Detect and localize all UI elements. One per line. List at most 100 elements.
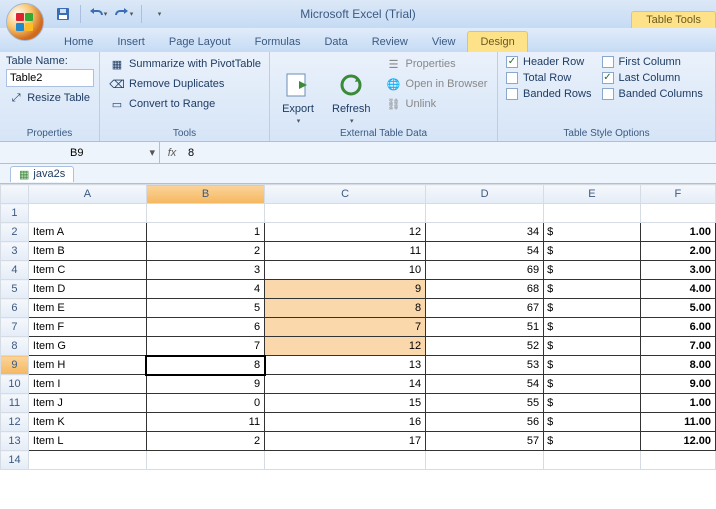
cell[interactable]: 15	[265, 394, 426, 413]
row-header-6[interactable]: 6	[1, 299, 29, 318]
export-button[interactable]: Export▾	[276, 55, 320, 139]
worksheet[interactable]: ABCDEF 12Item A11234$1.003Item B21154$2.…	[0, 184, 716, 470]
formula-input[interactable]	[184, 147, 716, 159]
cell[interactable]	[426, 451, 544, 470]
cell[interactable]: 7.00	[640, 337, 715, 356]
cell[interactable]: $	[544, 223, 641, 242]
cell[interactable]	[28, 451, 146, 470]
row-header-10[interactable]: 10	[1, 375, 29, 394]
row-header-1[interactable]: 1	[1, 204, 29, 223]
fx-icon[interactable]: fx	[160, 147, 184, 159]
cell[interactable]: 55	[426, 394, 544, 413]
cell[interactable]: $	[544, 280, 641, 299]
cell[interactable]: $	[544, 318, 641, 337]
col-header-F[interactable]: F	[640, 185, 715, 204]
cell[interactable]: $	[544, 432, 641, 451]
cell[interactable]: $	[544, 394, 641, 413]
cell[interactable]: 4.00	[640, 280, 715, 299]
workbook-tab[interactable]: ▦ java2s	[10, 166, 74, 182]
row-header-11[interactable]: 11	[1, 394, 29, 413]
tab-view[interactable]: View	[420, 32, 468, 52]
cell[interactable]: 3	[146, 261, 264, 280]
cell[interactable]	[265, 451, 426, 470]
cell[interactable]: Item D	[28, 280, 146, 299]
open-browser-button[interactable]: 🌐Open in Browser	[383, 75, 491, 93]
tab-review[interactable]: Review	[360, 32, 420, 52]
cell[interactable]: 5.00	[640, 299, 715, 318]
cell[interactable]: 68	[426, 280, 544, 299]
cell[interactable]: 12.00	[640, 432, 715, 451]
qat-customize-icon[interactable]: ▾	[148, 3, 170, 25]
save-icon[interactable]	[52, 3, 74, 25]
cell[interactable]	[640, 451, 715, 470]
cell[interactable]: 56	[426, 413, 544, 432]
table-properties-button[interactable]: ☰Properties	[383, 55, 491, 73]
cell[interactable]: 52	[426, 337, 544, 356]
cell[interactable]: 67	[426, 299, 544, 318]
grid[interactable]: ABCDEF 12Item A11234$1.003Item B21154$2.…	[0, 184, 716, 470]
cell[interactable]: $	[544, 337, 641, 356]
tab-data[interactable]: Data	[312, 32, 359, 52]
cell[interactable]: 2.00	[640, 242, 715, 261]
row-header-5[interactable]: 5	[1, 280, 29, 299]
col-header-C[interactable]: C	[265, 185, 426, 204]
cell[interactable]: 13	[265, 356, 426, 375]
cell[interactable]: 2	[146, 242, 264, 261]
office-button[interactable]	[6, 3, 44, 41]
cell[interactable]: 12	[265, 223, 426, 242]
cell[interactable]: $	[544, 299, 641, 318]
cell[interactable]: $	[544, 242, 641, 261]
cell[interactable]: 6	[146, 318, 264, 337]
resize-table-button[interactable]: ⤢Resize Table	[6, 89, 93, 107]
tab-design[interactable]: Design	[467, 31, 527, 52]
remove-duplicates-button[interactable]: ⌫Remove Duplicates	[106, 75, 264, 93]
last-column-checkbox[interactable]: Last Column	[600, 71, 705, 85]
cell[interactable]	[426, 204, 544, 223]
cell[interactable]: 0	[146, 394, 264, 413]
cell[interactable]: Item G	[28, 337, 146, 356]
row-header-7[interactable]: 7	[1, 318, 29, 337]
cell[interactable]: 7	[265, 318, 426, 337]
first-column-checkbox[interactable]: First Column	[600, 55, 705, 69]
tablename-input[interactable]	[6, 69, 94, 87]
row-header-12[interactable]: 12	[1, 413, 29, 432]
cell[interactable]	[28, 204, 146, 223]
cell[interactable]	[544, 451, 641, 470]
cell[interactable]	[544, 204, 641, 223]
cell[interactable]: $	[544, 356, 641, 375]
cell[interactable]: Item J	[28, 394, 146, 413]
cell[interactable]: Item I	[28, 375, 146, 394]
cell[interactable]: 12	[265, 337, 426, 356]
col-header-D[interactable]: D	[426, 185, 544, 204]
cell[interactable]: 11	[265, 242, 426, 261]
cell[interactable]: 17	[265, 432, 426, 451]
cell[interactable]: 51	[426, 318, 544, 337]
cell[interactable]: Item L	[28, 432, 146, 451]
convert-range-button[interactable]: ▭Convert to Range	[106, 95, 264, 113]
header-row-checkbox[interactable]: Header Row	[504, 55, 594, 69]
cell[interactable]: 5	[146, 299, 264, 318]
banded-columns-checkbox[interactable]: Banded Columns	[600, 87, 705, 101]
cell[interactable]: 1.00	[640, 223, 715, 242]
cell[interactable]: 16	[265, 413, 426, 432]
cell[interactable]	[146, 451, 264, 470]
cell[interactable]: 8.00	[640, 356, 715, 375]
cell[interactable]: Item H	[28, 356, 146, 375]
cell[interactable]: Item K	[28, 413, 146, 432]
summarize-pivot-button[interactable]: ▦Summarize with PivotTable	[106, 55, 264, 73]
cell[interactable]: 11.00	[640, 413, 715, 432]
cell[interactable]: 14	[265, 375, 426, 394]
tab-page-layout[interactable]: Page Layout	[157, 32, 243, 52]
cell[interactable]	[265, 204, 426, 223]
cell[interactable]: 8	[265, 299, 426, 318]
cell[interactable]: $	[544, 261, 641, 280]
name-box[interactable]: B9▾	[0, 142, 160, 163]
cell[interactable]: 2	[146, 432, 264, 451]
cell[interactable]	[640, 204, 715, 223]
row-header-14[interactable]: 14	[1, 451, 29, 470]
row-header-4[interactable]: 4	[1, 261, 29, 280]
cell[interactable]: 9.00	[640, 375, 715, 394]
cell[interactable]: $	[544, 375, 641, 394]
banded-rows-checkbox[interactable]: Banded Rows	[504, 87, 594, 101]
cell[interactable]: Item B	[28, 242, 146, 261]
